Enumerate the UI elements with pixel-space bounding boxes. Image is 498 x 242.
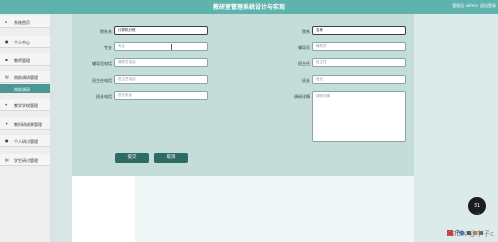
sidebar-item-student-seminar[interactable]: ▤ 学生研讨管理: [0, 154, 50, 166]
content-band: [135, 176, 414, 242]
field-label: 调研详情: [294, 94, 310, 99]
app-title: 教研室管理系统设计与实现: [212, 4, 285, 11]
survey-details-textarea[interactable]: 调研详情: [312, 91, 406, 142]
submit-button[interactable]: 提交: [115, 153, 149, 163]
field-label: 专业: [104, 45, 112, 50]
text-cursor: [171, 44, 172, 50]
current-user: 管理员 admin: [452, 3, 478, 8]
list-icon: ▤: [5, 74, 9, 79]
field-label: 辅导员: [298, 45, 310, 50]
field-label: 班长电话: [96, 94, 112, 99]
location-icon: ⌖: [5, 102, 8, 107]
college-input[interactable]: 名称: [312, 26, 406, 35]
counselor-phone-input[interactable]: 辅导员电话: [114, 58, 208, 67]
user-icon: ●: [5, 138, 9, 143]
monitor-input[interactable]: 班长: [312, 75, 406, 84]
sidebar-item-profile[interactable]: ● 个人中心: [0, 36, 50, 48]
cancel-button[interactable]: 取消: [154, 153, 188, 163]
field-label: 班主任电话: [92, 78, 112, 83]
sidebar-item-personal-seminar[interactable]: ● 个人研讨管理: [0, 135, 50, 147]
watermark: CSDN @李子c: [446, 230, 494, 238]
speed-unit: °/s: [476, 212, 481, 216]
logout-link[interactable]: 退出登录: [480, 3, 496, 9]
sidebar-item-home[interactable]: ⌂ 系统首页: [0, 16, 50, 28]
field-label: 院系名: [100, 29, 112, 34]
home-icon: ⌂: [5, 19, 8, 24]
headteacher-input[interactable]: 班主任: [312, 58, 406, 67]
content-band: [50, 14, 72, 242]
list-icon: ▤: [5, 157, 9, 162]
gear-icon: ✦: [5, 121, 9, 126]
field-label: 班主任: [298, 61, 310, 66]
user-icon: ●: [5, 39, 9, 44]
sidebar-item-research[interactable]: ✦ 教科研成果管理: [0, 118, 50, 130]
sidebar-item-survey-mgmt[interactable]: ▤ 岗前调研管理: [0, 71, 50, 83]
major-input[interactable]: 专业: [114, 42, 208, 51]
field-label: 院系: [302, 29, 310, 34]
sidebar-item-schools[interactable]: ⌖ 教学学校管理: [0, 99, 50, 111]
sidebar: ⌂ 系统首页 ● 个人中心 ▪ 教师管理 ▤ 岗前调研管理 岗前调研 ⌖ 教学学…: [0, 14, 50, 242]
headteacher-phone-input[interactable]: 班主任电话: [114, 75, 208, 84]
field-label: 班长: [302, 78, 310, 83]
sidebar-subitem-survey[interactable]: 岗前调研: [0, 84, 50, 93]
sidebar-item-teachers[interactable]: ▪ 教师管理: [0, 54, 50, 66]
college-name-input[interactable]: 计算机分院: [114, 26, 208, 35]
monitor-phone-input[interactable]: 班长电话: [114, 91, 208, 100]
people-icon: ▪: [5, 57, 8, 62]
header-bar: 教研室管理系统设计与实现 管理员 admin 退出登录: [0, 0, 498, 14]
field-label: 辅导员电话: [92, 61, 112, 66]
counselor-input[interactable]: 辅导员: [312, 42, 406, 51]
